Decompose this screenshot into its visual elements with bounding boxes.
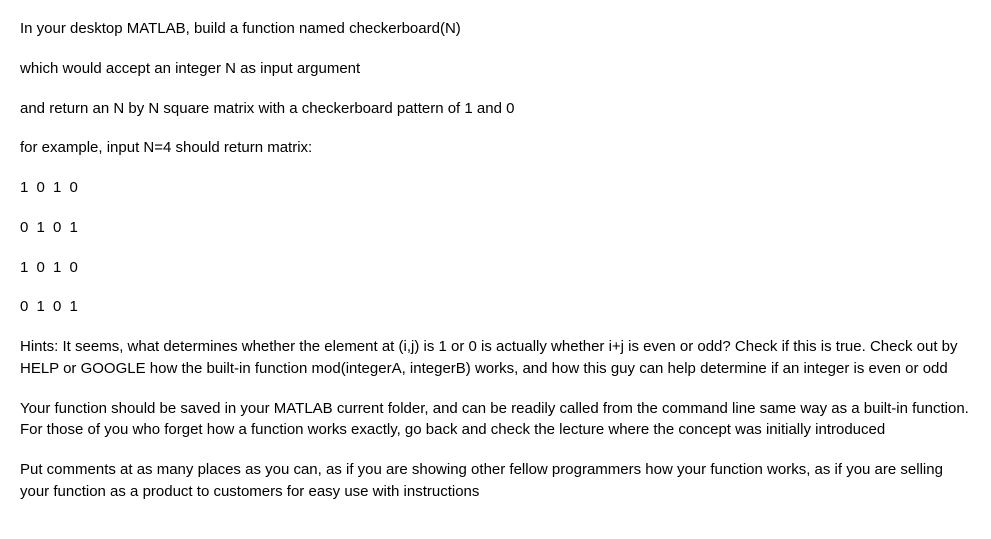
matrix-row-1: 1 0 1 0 <box>20 177 971 199</box>
paragraph-hints: Hints: It seems, what determines whether… <box>20 336 971 380</box>
matrix-row-4: 0 1 0 1 <box>20 296 971 318</box>
paragraph-intro-3: and return an N by N square matrix with … <box>20 98 971 120</box>
matrix-row-2: 0 1 0 1 <box>20 217 971 239</box>
paragraph-save-instructions: Your function should be saved in your MA… <box>20 398 971 442</box>
matrix-row-3: 1 0 1 0 <box>20 257 971 279</box>
paragraph-intro-2: which would accept an integer N as input… <box>20 58 971 80</box>
paragraph-comments-instructions: Put comments at as many places as you ca… <box>20 459 971 503</box>
paragraph-intro-1: In your desktop MATLAB, build a function… <box>20 18 971 40</box>
paragraph-example-lead: for example, input N=4 should return mat… <box>20 137 971 159</box>
